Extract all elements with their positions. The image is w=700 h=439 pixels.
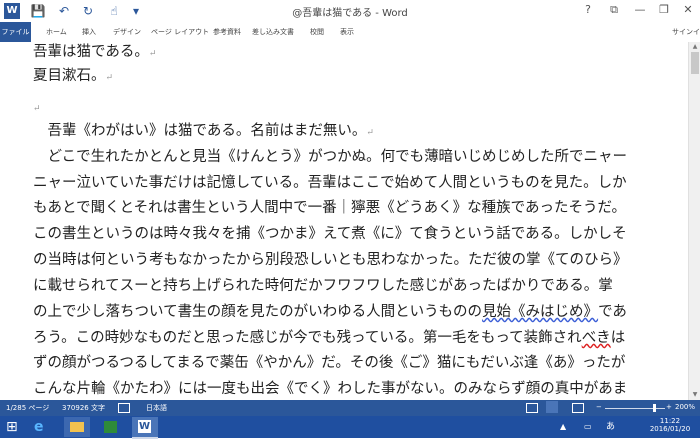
doc-line: 吾輩は猫である。↵ — [33, 44, 157, 60]
start-icon[interactable]: ⊞ — [6, 417, 18, 437]
zoom-thumb[interactable] — [653, 404, 656, 412]
restore-icon[interactable]: ❐ — [654, 2, 674, 18]
clock-date: 2016/01/20 — [649, 425, 691, 433]
word-taskbar-icon[interactable]: W — [132, 417, 158, 439]
minimize-icon[interactable]: — — [630, 2, 650, 18]
document-area[interactable]: 吾輩は猫である。↵ 夏目漱石。↵ ↵ 吾輩《わがはい》は猫である。名前はまだ無い… — [0, 42, 688, 400]
doc-line: 吾輩《わがはい》は猫である。名前はまだ無い。↵ — [33, 123, 374, 139]
doc-line: もあとで聞くとそれは書生という人間中で一番｜獰悪《どうあく》な種族であったそうだ… — [33, 200, 627, 216]
zoom-out-icon[interactable]: − — [596, 403, 602, 411]
doc-line: に載せられてスーと持ち上げられた時何だかフワフワした感じがあったばかりである。掌 — [33, 278, 613, 294]
doc-line: の上で少し落ちついて書生の顔を見たのがいわゆる人間というものの見始《みはじめ》で… — [33, 304, 627, 320]
scroll-up-icon[interactable]: ▲ — [689, 42, 700, 52]
doc-line: こんな片輪《かたわ》には一度も出会《でく》わした事がない。のみならず顔の真中があ… — [33, 381, 628, 397]
tab-home[interactable]: ホーム — [46, 22, 67, 42]
title-bar: W 💾 ↶ ↻ ☝ ▾ @吾輩は猫である - Word ? ⧉ — ❐ ✕ — [0, 0, 700, 22]
tab-review[interactable]: 校閲 — [310, 22, 324, 42]
battery-icon[interactable]: ▭ — [584, 417, 592, 437]
explorer-icon[interactable] — [64, 417, 90, 437]
ie-icon[interactable]: e — [34, 417, 52, 437]
tab-references[interactable]: 参考資料 — [213, 22, 241, 42]
read-mode-icon[interactable] — [526, 403, 538, 413]
tab-view[interactable]: 表示 — [340, 22, 354, 42]
web-layout-icon[interactable] — [572, 403, 584, 413]
doc-line: この書生というのは時々我々を捕《つかま》えて煮《に》て食うという話である。しかし… — [33, 226, 627, 242]
language[interactable]: 日本語 — [146, 403, 167, 413]
spelling-underline[interactable]: べき — [582, 330, 611, 346]
taskbar: ⊞ e W ▲ ▭ あ 11:22 2016/01/20 — [0, 416, 700, 439]
macro-icon[interactable] — [118, 403, 130, 413]
grammar-underline[interactable]: 見始《みはじめ》 — [482, 304, 598, 320]
doc-line: ↵ — [33, 98, 41, 118]
paragraph-mark: ↵ — [105, 73, 114, 83]
close-icon[interactable]: ✕ — [678, 2, 698, 18]
clock[interactable]: 11:22 2016/01/20 — [642, 417, 698, 437]
paragraph-mark: ↵ — [33, 104, 41, 114]
store-icon[interactable] — [98, 417, 124, 437]
scroll-down-icon[interactable]: ▼ — [689, 390, 700, 400]
clock-time: 11:22 — [659, 417, 681, 425]
status-bar: 1/285 ページ 370926 文字 日本語 − + 200% — [0, 400, 700, 416]
ribbon-tabs: ファイル ホーム 挿入 デザイン ページ レイアウト 参考資料 差し込み文書 校… — [0, 22, 700, 43]
tab-page-layout[interactable]: ページ レイアウト — [151, 22, 209, 42]
ime-icon[interactable]: あ — [606, 417, 615, 437]
zoom-slider[interactable] — [605, 408, 665, 409]
ribbon-display-icon[interactable]: ⧉ — [604, 2, 624, 18]
tab-insert[interactable]: 挿入 — [82, 22, 96, 42]
doc-line: 夏目漱石。↵ — [33, 68, 114, 84]
tab-mailings[interactable]: 差し込み文書 — [252, 22, 294, 42]
notification-icon[interactable]: ▲ — [560, 417, 566, 437]
paragraph-mark: ↵ — [366, 128, 374, 138]
tab-design[interactable]: デザイン — [113, 22, 141, 42]
word-count[interactable]: 370926 文字 — [62, 403, 105, 413]
doc-line: どこで生れたかとんと見当《けんとう》がつかぬ。何でも薄暗いじめじめした所でニャー — [33, 149, 628, 165]
tab-file[interactable]: ファイル — [0, 22, 31, 42]
zoom-in-icon[interactable]: + — [666, 403, 672, 411]
scroll-thumb[interactable] — [691, 52, 699, 74]
doc-line: ずの顔がつるつるしてまるで薬缶《やかん》だ。その後《ご》猫にもだいぶ逢《あ》った… — [33, 355, 626, 371]
vertical-scrollbar[interactable]: ▲ ▼ — [688, 42, 700, 400]
paragraph-mark: ↵ — [148, 49, 157, 59]
doc-line: ろう。この時妙なものだと思った感じが今でも残っている。第一毛をもって装飾されべき… — [33, 330, 626, 346]
doc-line: の当時は何という考もなかったから別段恐しいとも思わなかった。ただ彼の掌《てのひら… — [33, 252, 628, 268]
signin-link[interactable]: サインイン — [672, 22, 700, 42]
zoom-level[interactable]: 200% — [675, 403, 695, 411]
help-icon[interactable]: ? — [578, 2, 598, 18]
print-layout-icon[interactable] — [546, 401, 558, 413]
page-count[interactable]: 1/285 ページ — [6, 403, 49, 413]
doc-line: ニャー泣いていた事だけは記憶している。吾輩はここで始めて人間というものを見た。し… — [33, 175, 627, 191]
